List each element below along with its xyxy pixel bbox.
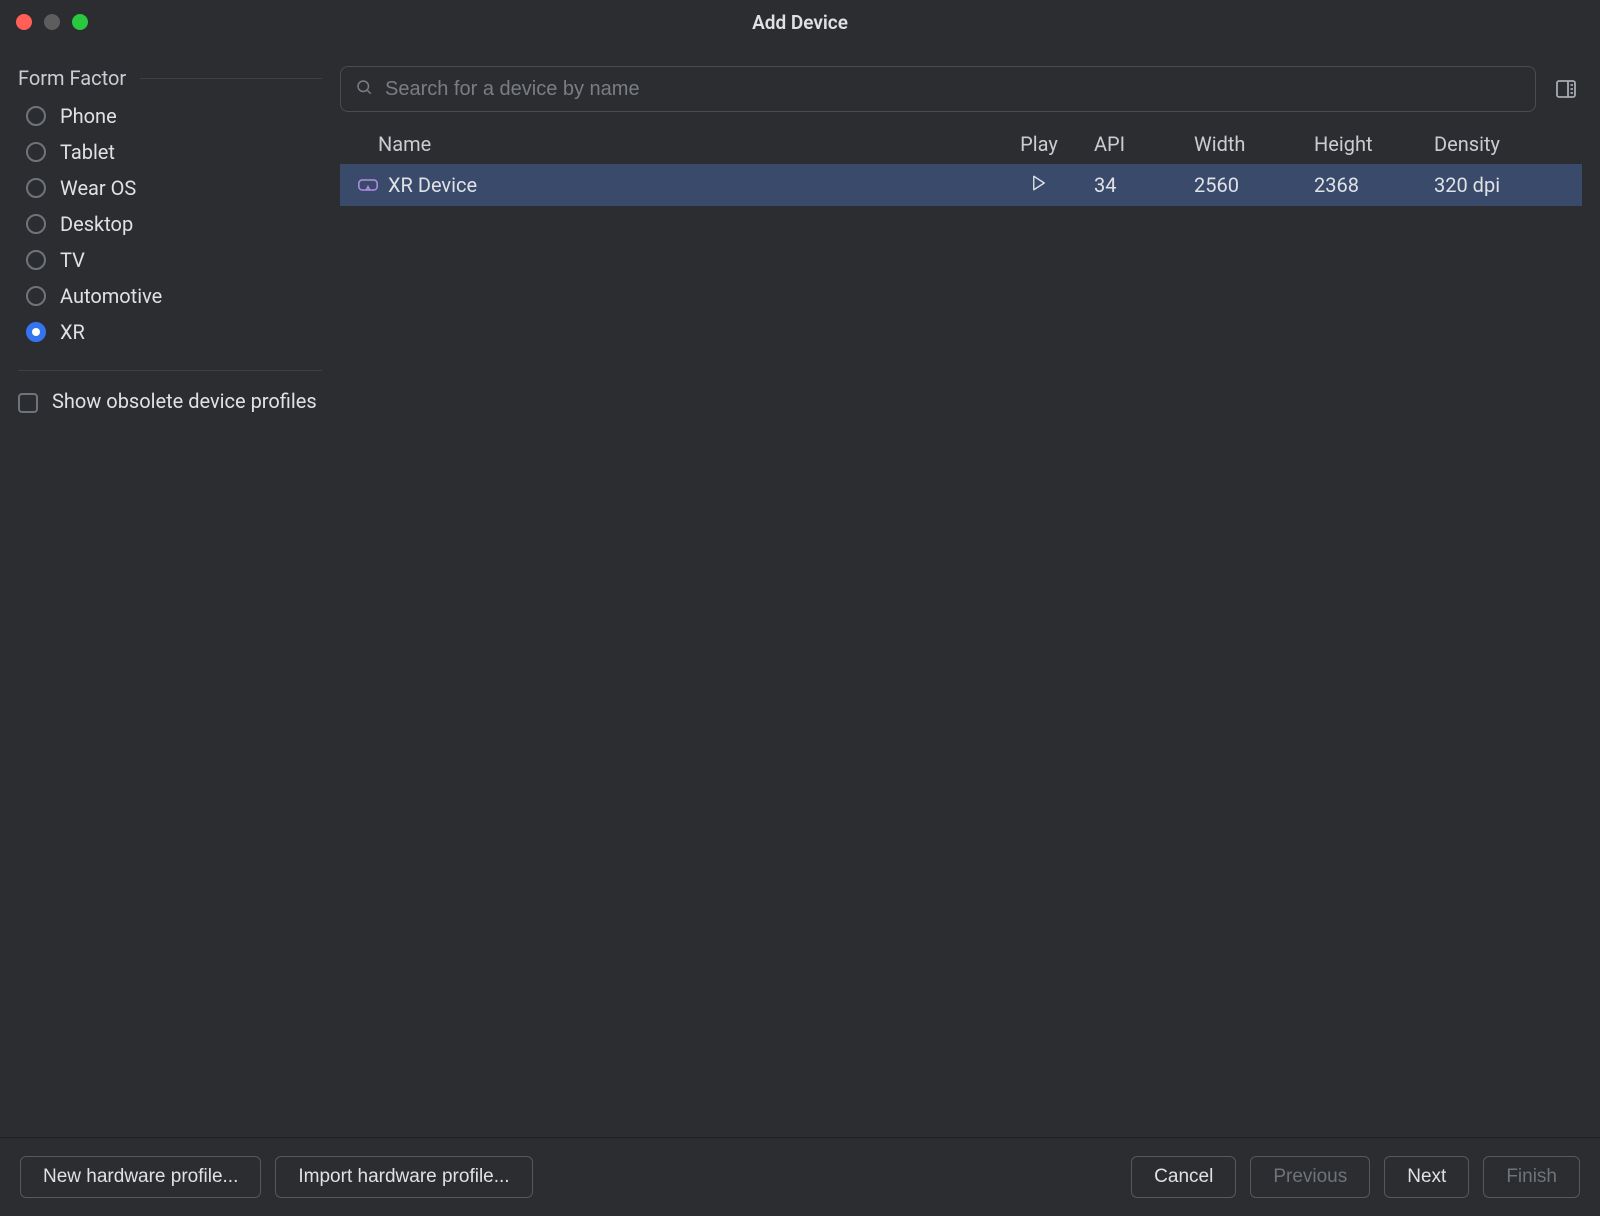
sidebar-divider xyxy=(18,370,322,371)
heading-rule xyxy=(140,78,322,79)
checkbox-indicator xyxy=(18,393,38,413)
col-height[interactable]: Height xyxy=(1314,132,1424,156)
radio-label: Automotive xyxy=(60,284,162,308)
form-factor-heading: Form Factor xyxy=(18,66,322,90)
radio-label: Wear OS xyxy=(60,176,136,200)
finish-button[interactable]: Finish xyxy=(1483,1156,1580,1198)
radio-indicator xyxy=(26,178,46,198)
import-hardware-profile-button[interactable]: Import hardware profile... xyxy=(275,1156,532,1198)
form-factor-option-desktop[interactable]: Desktop xyxy=(26,212,322,236)
dialog-body: Form Factor Phone Tablet Wear OS xyxy=(0,44,1600,1137)
cancel-button[interactable]: Cancel xyxy=(1131,1156,1236,1198)
form-factor-option-tv[interactable]: TV xyxy=(26,248,322,272)
sidebar: Form Factor Phone Tablet Wear OS xyxy=(0,44,340,1137)
titlebar: Add Device xyxy=(0,0,1600,44)
search-row xyxy=(340,66,1582,112)
cell-play xyxy=(994,173,1084,197)
radio-label: Phone xyxy=(60,104,117,128)
table-row[interactable]: XR Device 34 2560 2368 320 dpi xyxy=(340,164,1582,206)
radio-indicator xyxy=(26,250,46,270)
form-factor-option-xr[interactable]: XR xyxy=(26,320,322,344)
close-window-button[interactable] xyxy=(16,14,32,30)
form-factor-option-phone[interactable]: Phone xyxy=(26,104,322,128)
dialog-footer: New hardware profile... Import hardware … xyxy=(0,1137,1600,1216)
toggle-details-panel-button[interactable] xyxy=(1550,73,1582,105)
add-device-dialog: Add Device Form Factor Phone Tablet Wear xyxy=(0,0,1600,1216)
search-input[interactable] xyxy=(383,77,1521,102)
form-factor-option-tablet[interactable]: Tablet xyxy=(26,140,322,164)
previous-button[interactable]: Previous xyxy=(1250,1156,1370,1198)
new-hardware-profile-button[interactable]: New hardware profile... xyxy=(20,1156,261,1198)
checkbox-label: Show obsolete device profiles xyxy=(52,389,317,413)
radio-label: Desktop xyxy=(60,212,133,236)
radio-indicator xyxy=(26,214,46,234)
cell-name: XR Device xyxy=(358,173,984,197)
col-density[interactable]: Density xyxy=(1434,132,1564,156)
main-panel: Name Play API Width Height Density xyxy=(340,44,1600,1137)
col-width[interactable]: Width xyxy=(1194,132,1304,156)
search-icon xyxy=(355,78,373,101)
cell-width: 2560 xyxy=(1194,173,1304,197)
device-table: Name Play API Width Height Density xyxy=(340,124,1582,1137)
table-header: Name Play API Width Height Density xyxy=(340,124,1582,164)
window-controls xyxy=(16,14,88,30)
radio-label: TV xyxy=(60,248,85,272)
radio-label: XR xyxy=(60,320,85,344)
col-play[interactable]: Play xyxy=(994,132,1084,156)
radio-label: Tablet xyxy=(60,140,115,164)
radio-indicator xyxy=(26,286,46,306)
minimize-window-button[interactable] xyxy=(44,14,60,30)
radio-indicator xyxy=(26,106,46,126)
show-obsolete-checkbox[interactable]: Show obsolete device profiles xyxy=(18,389,322,413)
xr-device-icon xyxy=(358,175,378,195)
window-title: Add Device xyxy=(752,11,848,34)
cell-api: 34 xyxy=(1094,173,1184,197)
form-factor-radio-group: Phone Tablet Wear OS Desktop TV xyxy=(26,104,322,344)
cell-density: 320 dpi xyxy=(1434,173,1564,197)
form-factor-option-wear-os[interactable]: Wear OS xyxy=(26,176,322,200)
search-box[interactable] xyxy=(340,66,1536,112)
form-factor-option-automotive[interactable]: Automotive xyxy=(26,284,322,308)
form-factor-label: Form Factor xyxy=(18,66,126,90)
maximize-window-button[interactable] xyxy=(72,14,88,30)
play-store-icon xyxy=(1030,173,1048,197)
radio-indicator xyxy=(26,142,46,162)
next-button[interactable]: Next xyxy=(1384,1156,1469,1198)
device-name: XR Device xyxy=(388,173,477,197)
col-api[interactable]: API xyxy=(1094,132,1184,156)
radio-indicator xyxy=(26,322,46,342)
cell-height: 2368 xyxy=(1314,173,1424,197)
col-name[interactable]: Name xyxy=(358,132,984,156)
